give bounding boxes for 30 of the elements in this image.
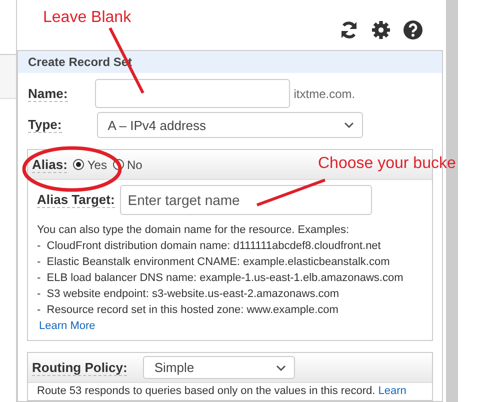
field-label: Alias Target: [37, 192, 115, 208]
caret-icon [344, 122, 354, 128]
help-text: - CloudFront distribution domain name: d111111abcdef8.cloudfront.net [37, 239, 382, 254]
radio-option[interactable]: Yes [73, 158, 107, 172]
field-label: Routing Policy: [32, 360, 128, 376]
caret-icon [276, 364, 286, 370]
learn-more-link[interactable]: Learn More [37, 318, 96, 334]
field-label: Name: [28, 86, 68, 102]
help-text: - Resource record set in this hosted zone: www.example.com [37, 303, 340, 318]
name-field[interactable] [94, 79, 290, 108]
settings-icon[interactable] [371, 20, 391, 40]
field-label: Type: [28, 117, 62, 133]
learn-link[interactable]: Learn [378, 385, 406, 397]
refresh-icon[interactable] [339, 20, 359, 40]
field-label: Alias: [32, 156, 68, 172]
radio-option[interactable]: No [112, 158, 142, 172]
help-text: - ELB load balancer DNS name: example-1.us-east-1.elb.amazonaws.com [37, 271, 404, 286]
help-text: - Elastic Beanstalk environment CNAME: example.elasticbeanstalk.com [37, 255, 391, 270]
help-text: You can also type the domain name for the resource. Examples: [37, 223, 350, 238]
annotation-text: Leave Blank [43, 9, 132, 27]
annotation-line [256, 178, 326, 206]
alias-target-field[interactable]: Enter target name [120, 185, 372, 215]
help-text: - S3 website endpoint: s3-website.us-east-2.amazonaws.com [37, 287, 340, 302]
routing-description: Route 53 responds to queries based only on the values in this record. [37, 385, 376, 397]
help-icon[interactable] [403, 20, 423, 40]
annotation-text: Choose your bucke [318, 155, 456, 173]
type-dropdown[interactable]: A – IPv4 address [96, 112, 363, 138]
routing-dropdown[interactable]: Simple [143, 356, 296, 379]
domain-suffix: itxtme.com. [294, 86, 356, 100]
annotation-line [108, 27, 144, 94]
